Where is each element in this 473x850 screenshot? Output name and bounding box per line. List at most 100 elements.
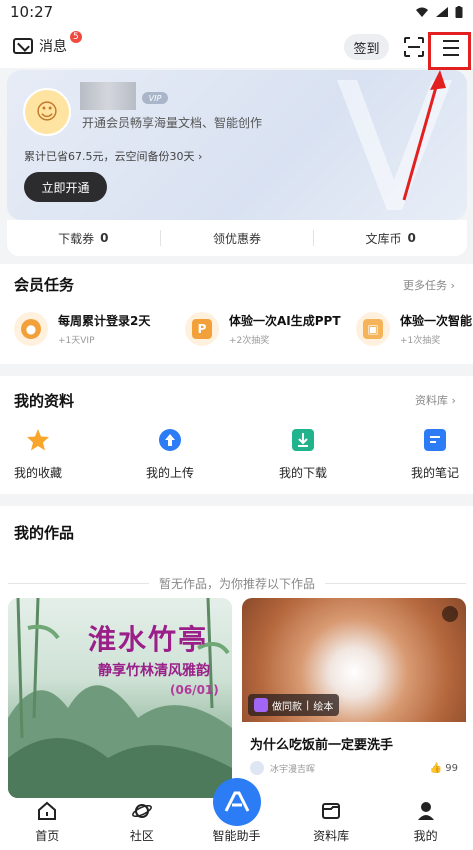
likes-value: 99 xyxy=(445,763,458,774)
nav-library[interactable]: 资料库 xyxy=(284,798,379,850)
tag-right: 绘本 xyxy=(313,701,334,713)
task-text: 每周累计登录2天 +1天VIP xyxy=(58,312,150,346)
ai-logo-icon xyxy=(224,791,250,812)
battery-icon xyxy=(455,6,463,18)
status-time: 10:27 xyxy=(10,3,54,21)
nav-home[interactable]: 首页 xyxy=(0,798,95,850)
material-favorites[interactable]: 我的收藏 xyxy=(3,428,73,481)
material-label: 我的收藏 xyxy=(13,466,62,480)
task-item[interactable]: P 体验一次AI生成PPT +2次抽奖 xyxy=(185,312,341,346)
vip-watermark-icon xyxy=(337,80,452,210)
work-date: (06/01) xyxy=(170,683,219,697)
nav-community[interactable]: 社区 xyxy=(95,798,190,850)
status-bar: 10:27 xyxy=(0,0,473,24)
vip-savings[interactable]: 累计已省67.5元，云空间备份30天 › xyxy=(24,148,202,164)
task-reward: +1次抽奖 xyxy=(400,336,441,346)
work-card-landscape[interactable]: 淮水竹亭 静享竹林清风雅韵 (06/01) xyxy=(8,598,232,798)
nav-profile[interactable]: 我的 xyxy=(378,798,473,850)
stat-label: 领优惠券 xyxy=(213,231,262,246)
tasks-more-label: 更多任务 xyxy=(403,279,447,292)
nav-label: 社区 xyxy=(129,829,154,843)
planet-icon xyxy=(131,804,152,818)
tag-separator: | xyxy=(306,699,310,711)
tasks-more-link[interactable]: 更多任务 › xyxy=(403,277,455,293)
materials-more-label: 资料库 xyxy=(415,394,448,407)
works-empty-hint-row: 暂无作品，为你推荐以下作品 xyxy=(8,575,467,592)
messages-badge: 5 xyxy=(70,31,82,43)
signin-button[interactable]: 签到 xyxy=(344,34,389,60)
asset-stats: 下载券 0 领优惠券 文库币 0 xyxy=(7,220,467,256)
avatar[interactable]: ☺ xyxy=(23,88,71,136)
materials-section: 我的资料 资料库 › 我的收藏 我的上传 我的下载 我的笔记 xyxy=(0,376,473,494)
open-vip-button[interactable]: 立即开通 xyxy=(24,172,107,202)
signal-icon xyxy=(436,7,448,17)
person-badge-icon: ● xyxy=(14,312,48,346)
messages-label: 消息 xyxy=(39,39,67,55)
stat-coupons[interactable]: 领优惠券 xyxy=(161,220,314,256)
work-card-picturebook[interactable]: 做同款 | 绘本 为什么吃饭前一定要洗手 冰宇漫吉晖 👍 99 xyxy=(242,598,466,798)
work-author: 冰宇漫吉晖 xyxy=(250,761,315,775)
library-icon xyxy=(322,803,341,819)
vip-savings-text: 累计已省67.5元，云空间备份30天 xyxy=(24,150,195,163)
play-icon[interactable] xyxy=(442,606,458,622)
star-icon xyxy=(27,429,49,451)
task-name: 体验一次智能 xyxy=(400,314,473,328)
divider-line xyxy=(325,583,467,584)
nav-label: 智能助手 xyxy=(212,829,261,843)
material-label: 我的上传 xyxy=(145,466,194,480)
task-icon-shape: ● xyxy=(21,319,41,339)
nav-label: 首页 xyxy=(35,829,60,843)
status-icons xyxy=(415,6,463,18)
stat-download-coupon[interactable]: 下载券 0 xyxy=(7,220,160,256)
material-label: 我的笔记 xyxy=(410,466,459,480)
task-item[interactable]: ● 每周累计登录2天 +1天VIP xyxy=(14,312,150,346)
stat-coins[interactable]: 文库币 0 xyxy=(314,220,467,256)
task-reward: +2次抽奖 xyxy=(229,336,270,346)
task-reward: +1天VIP xyxy=(58,336,95,346)
materials-title: 我的资料 xyxy=(14,392,75,410)
task-text: 体验一次智能 +1次抽奖 xyxy=(400,312,472,346)
materials-more-link[interactable]: 资料库 › xyxy=(415,392,456,408)
task-name: 体验一次AI生成PPT xyxy=(229,314,341,328)
ppt-icon: P xyxy=(185,312,219,346)
material-notes[interactable]: 我的笔记 xyxy=(400,428,470,481)
material-downloads[interactable]: 我的下载 xyxy=(268,428,338,481)
author-name: 冰宇漫吉晖 xyxy=(270,764,316,775)
vip-tag: VIP xyxy=(142,92,168,104)
task-item[interactable]: ▣ 体验一次智能 +1次抽奖 xyxy=(356,312,472,346)
task-text: 体验一次AI生成PPT +2次抽奖 xyxy=(229,312,341,346)
tasks-title: 会员任务 xyxy=(14,276,75,294)
ai-assistant-icon[interactable] xyxy=(213,778,261,826)
home-icon xyxy=(38,801,57,820)
make-same-tag[interactable]: 做同款 | 绘本 xyxy=(248,694,340,716)
stat-label: 下载券 xyxy=(58,231,95,246)
mail-icon xyxy=(13,38,33,54)
annotation-highlight-box xyxy=(428,32,471,70)
work-title: 淮水竹亭 xyxy=(88,623,209,656)
top-bar: 消息 5 签到 xyxy=(0,24,473,68)
profile-icon xyxy=(417,802,434,820)
tasks-section: 会员任务 更多任务 › ● 每周累计登录2天 +1天VIP P 体验一次AI生成… xyxy=(0,264,473,364)
like-count[interactable]: 👍 99 xyxy=(430,763,458,774)
nav-label: 资料库 xyxy=(313,829,350,843)
vip-description: 开通会员畅享海量文档、智能创作 xyxy=(82,116,263,130)
messages-button[interactable]: 消息 5 xyxy=(13,31,82,56)
works-empty-hint: 暂无作品，为你推荐以下作品 xyxy=(159,577,316,591)
task-icon-glyph: P xyxy=(192,319,212,339)
author-avatar xyxy=(250,761,264,775)
pen-icon xyxy=(254,698,268,712)
work-subtitle: 静享竹林清风雅韵 xyxy=(98,663,210,679)
vip-card: ☺ VIP 开通会员畅享海量文档、智能创作 累计已省67.5元，云空间备份30天… xyxy=(7,70,467,220)
material-uploads[interactable]: 我的上传 xyxy=(135,428,205,481)
stat-value: 0 xyxy=(407,231,416,245)
username-blurred xyxy=(80,82,136,110)
scan-icon[interactable] xyxy=(404,37,424,57)
material-label: 我的下载 xyxy=(278,466,327,480)
tag-left: 做同款 xyxy=(272,701,302,713)
stat-label: 文库币 xyxy=(365,231,402,246)
wifi-icon xyxy=(416,7,428,17)
cloud-upload-icon xyxy=(159,429,181,451)
note-icon xyxy=(424,429,446,451)
work-title: 为什么吃饭前一定要洗手 xyxy=(250,738,394,753)
download-icon xyxy=(292,429,314,451)
